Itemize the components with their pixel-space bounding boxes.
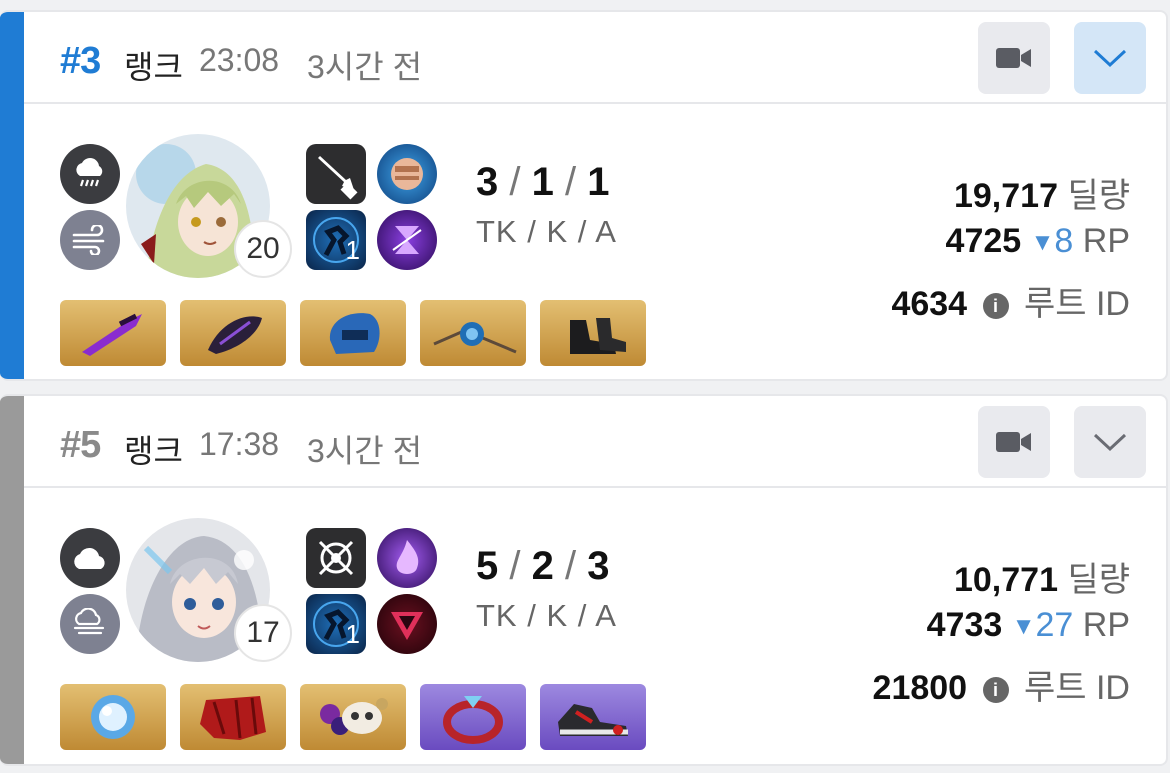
kda-value: 5 / 2 / 3 xyxy=(476,544,610,589)
item-slot-1[interactable] xyxy=(60,684,166,750)
route-unit: 루트 ID xyxy=(1023,669,1130,707)
fog-wind-icon xyxy=(60,594,120,654)
kda-separator: / xyxy=(565,160,577,204)
match-body: 17 1 5 / 2 / 3 TK / K / A 10,771 딜량 4733 xyxy=(24,488,1166,764)
match-ago: 3시간 전 xyxy=(307,49,423,85)
kda-a: 3 xyxy=(587,544,610,588)
kda-separator: / xyxy=(565,544,577,588)
item-slot-3[interactable] xyxy=(300,300,406,366)
item-slot-1[interactable] xyxy=(60,300,166,366)
item-slot-5[interactable] xyxy=(540,300,646,366)
rp-stat: 4733 ▼27 RP xyxy=(927,606,1130,645)
match-time: 23:08 xyxy=(199,42,280,78)
rune-skill-icon xyxy=(377,210,437,270)
rain-cloud-icon xyxy=(60,144,120,204)
video-camera-icon xyxy=(996,432,1031,452)
rp-unit: RP xyxy=(1082,606,1130,644)
item-slot-4[interactable] xyxy=(420,300,526,366)
orbit-skill-icon xyxy=(306,528,366,588)
item-slot-5[interactable] xyxy=(540,684,646,750)
route-stat: 21800 i 루트 ID xyxy=(873,660,1130,709)
fist-skill-icon xyxy=(377,144,437,204)
skill-count: 1 xyxy=(345,235,360,265)
item-slot-2[interactable] xyxy=(180,300,286,366)
route-value: 21800 xyxy=(872,669,968,707)
match-accent-bar xyxy=(0,12,24,379)
damage-value: 10,771 xyxy=(953,561,1058,599)
damage-stat: 10,771 딜량 xyxy=(954,552,1130,601)
kda-tk: 5 xyxy=(476,544,499,588)
kda-value: 3 / 1 / 1 xyxy=(476,160,610,205)
match-mode: 랭크 xyxy=(124,433,183,469)
info-icon[interactable]: i xyxy=(982,293,1009,320)
item-slot-3[interactable] xyxy=(300,684,406,750)
damage-value: 19,717 xyxy=(953,177,1058,215)
match-mode: 랭크 xyxy=(124,49,183,85)
video-camera-icon xyxy=(996,48,1031,68)
amulet-item-icon xyxy=(433,322,517,354)
skill-count: 1 xyxy=(345,619,360,649)
kda-k: 1 xyxy=(531,160,554,204)
cloud-icon xyxy=(60,528,120,588)
route-value: 4634 xyxy=(891,285,968,323)
knife-skill-icon xyxy=(306,144,366,204)
item-slot-4[interactable] xyxy=(420,684,526,750)
kda-separator: / xyxy=(509,160,521,204)
damage-unit: 딜량 xyxy=(1067,561,1130,599)
wind-icon xyxy=(60,210,120,270)
boots-item-icon xyxy=(570,318,626,354)
damage-stat: 19,717 딜량 xyxy=(954,168,1130,217)
claw-item-icon xyxy=(208,316,262,354)
sneakers-item-icon xyxy=(558,704,628,736)
rp-delta: ▼27 xyxy=(1011,606,1074,644)
runner-skill-icon: 1 xyxy=(306,210,366,270)
dagger-item-icon xyxy=(82,313,142,356)
runner-skill-icon: 1 xyxy=(306,594,366,654)
info-icon[interactable]: i xyxy=(982,677,1009,704)
match-card-2[interactable]: #5 랭크 17:38 3시간 전 17 1 5 / 2 / 3 TK / K … xyxy=(0,394,1168,766)
helmet-item-icon xyxy=(329,313,380,354)
triangle-rune-skill-icon xyxy=(377,594,437,654)
cloak-item-icon xyxy=(200,696,266,740)
character-level: 17 xyxy=(234,604,292,662)
match-header: #3 랭크 23:08 3시간 전 xyxy=(24,12,1166,104)
match-body: 20 1 3 / 1 / 1 TK / K / A 19,717 딜량 4725 xyxy=(24,104,1166,379)
rp-value: 4733 xyxy=(926,606,1003,644)
kda-a: 1 xyxy=(587,160,610,204)
chevron-down-icon xyxy=(1093,433,1127,452)
item-slot-2[interactable] xyxy=(180,684,286,750)
damage-unit: 딜량 xyxy=(1067,177,1130,215)
kda-separator: / xyxy=(509,544,521,588)
route-stat: 4634 i 루트 ID xyxy=(891,276,1130,325)
rp-delta: ▼8 xyxy=(1030,222,1074,260)
match-card-1[interactable]: #3 랭크 23:08 3시간 전 20 1 3 / 1 / 1 TK / K … xyxy=(0,10,1168,381)
character-level: 20 xyxy=(234,220,292,278)
route-unit: 루트 ID xyxy=(1023,285,1130,323)
match-header: #5 랭크 17:38 3시간 전 xyxy=(24,396,1166,488)
triangle-down-icon: ▼ xyxy=(1011,613,1036,641)
ring-item-icon xyxy=(443,696,503,744)
kda-label: TK / K / A xyxy=(476,598,617,633)
chevron-down-icon xyxy=(1093,49,1127,68)
rp-stat: 4725 ▼8 RP xyxy=(946,222,1130,261)
match-rank: #5 xyxy=(60,424,101,466)
mask-item-icon xyxy=(320,698,388,735)
video-button[interactable] xyxy=(978,22,1050,94)
crystal-orb-item-icon xyxy=(91,695,135,739)
kda-label: TK / K / A xyxy=(476,214,617,249)
expand-button[interactable] xyxy=(1074,22,1146,94)
video-button[interactable] xyxy=(978,406,1050,478)
expand-button[interactable] xyxy=(1074,406,1146,478)
kda-k: 2 xyxy=(531,544,554,588)
match-ago: 3시간 전 xyxy=(307,433,423,469)
flame-skill-icon xyxy=(377,528,437,588)
triangle-down-icon: ▼ xyxy=(1030,229,1055,257)
rp-unit: RP xyxy=(1082,222,1130,260)
match-accent-bar xyxy=(0,396,24,764)
match-time: 17:38 xyxy=(199,426,280,462)
kda-tk: 3 xyxy=(476,160,499,204)
rp-value: 4725 xyxy=(945,222,1022,260)
match-rank: #3 xyxy=(60,40,101,82)
